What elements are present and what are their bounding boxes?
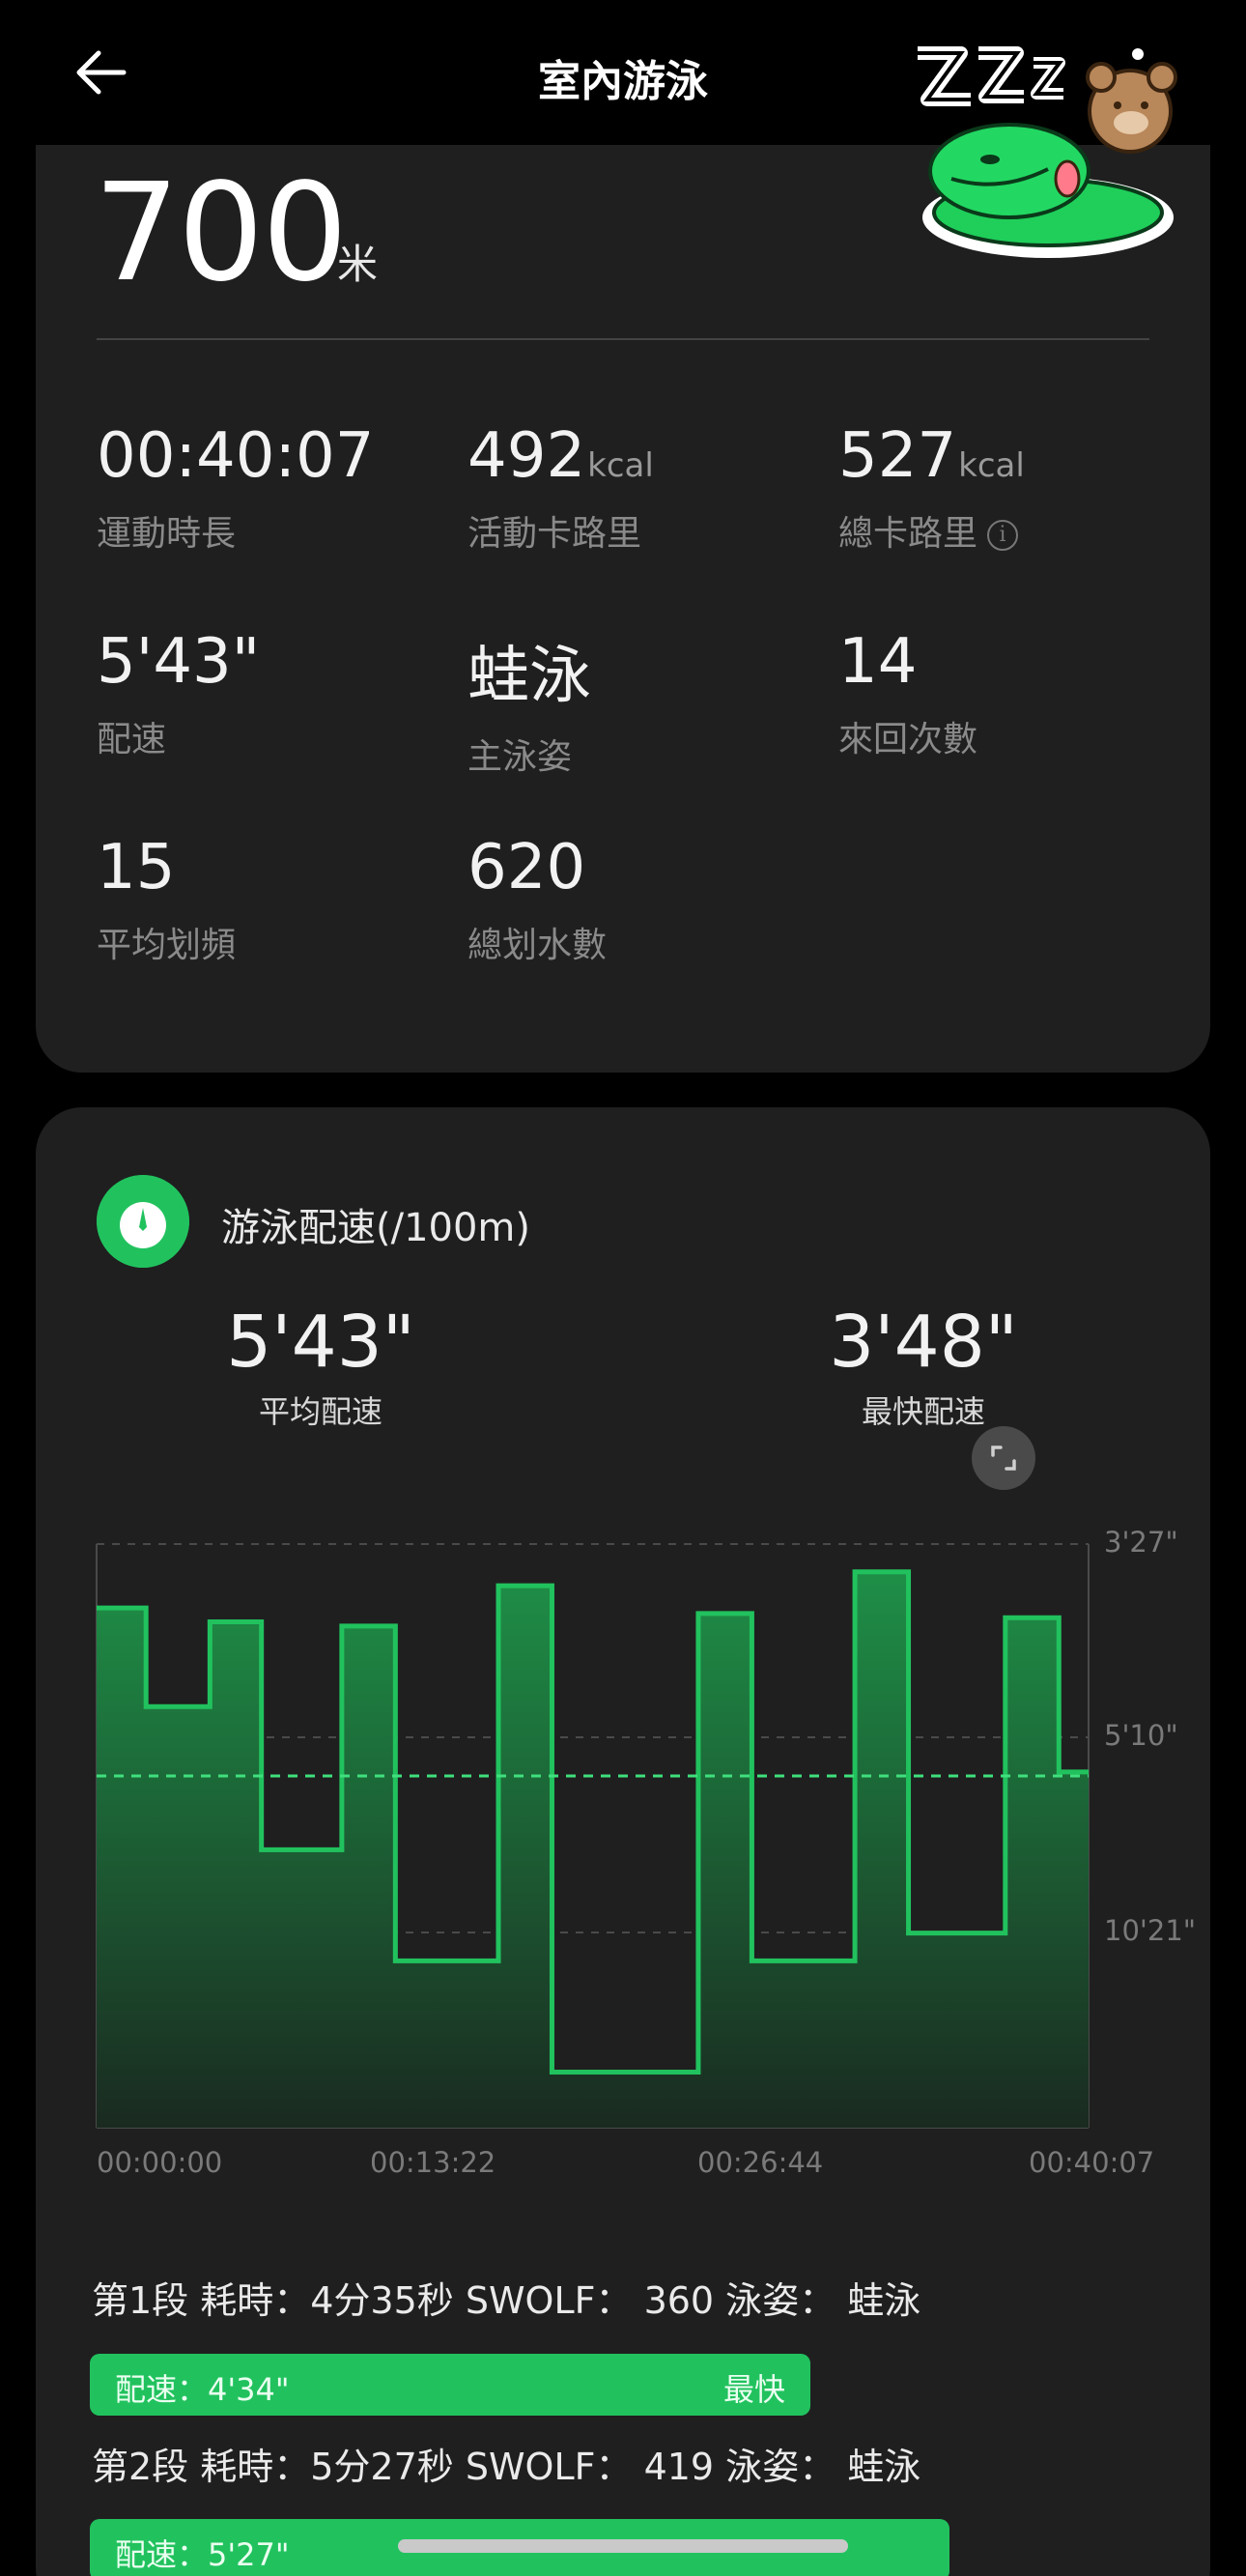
expand-icon (991, 1445, 1016, 1471)
pace-chart: 3'27" 5'10" 10'21" 00:00:00 00:13:22 00:26:44… (96, 1526, 1196, 2179)
segment-2-info: 第2段 耗時：5分27秒 SWOLF： 419 泳姿： 蛙泳 (92, 2446, 921, 2488)
x-tick-label: 00:13:22 (370, 2146, 496, 2179)
segment-1-pace-bar: 配速：4'34" 最快 (90, 2354, 810, 2416)
segment-1-info: 第1段 耗時：4分35秒 SWOLF： 360 泳姿： 蛙泳 (92, 2279, 921, 2322)
home-indicator[interactable] (398, 2539, 848, 2553)
x-tick-label: 00:40:07 (1029, 2146, 1154, 2179)
pace-area (97, 1571, 1089, 2128)
y-tick-label: 10'21" (1104, 1914, 1196, 1947)
y-tick-label: 5'10" (1104, 1719, 1178, 1752)
y-tick-label: 3'27" (1104, 1526, 1178, 1559)
sleeping-snake-bear-sticker (918, 46, 1177, 258)
segment-pace-label: 配速：4'34" (115, 2371, 290, 2408)
x-tick-label: 00:00:00 (97, 2146, 222, 2179)
fastest-tag: 最快 (722, 2371, 785, 2408)
x-tick-label: 00:26:44 (697, 2146, 823, 2179)
segment-pace-label: 配速：5'27" (115, 2536, 290, 2573)
expand-chart-button[interactable] (972, 1426, 1035, 1490)
